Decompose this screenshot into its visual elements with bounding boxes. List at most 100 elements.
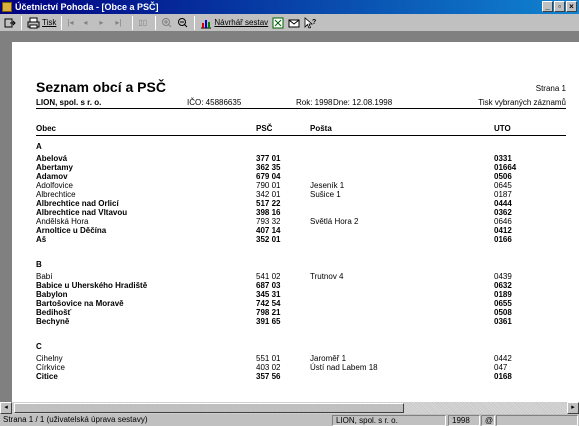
table-row: Albrechtice nad Orlicí 517 22 0444 xyxy=(12,199,579,208)
status-company: LION, spol. s r. o. xyxy=(332,415,446,426)
cell-posta: Světlá Hora 2 xyxy=(310,217,359,226)
column-header-rule xyxy=(36,135,566,136)
cell-obec: Albrechtice nad Vltavou xyxy=(36,208,128,217)
table-row: Albrechtice nad Vltavou 398 16 0362 xyxy=(12,208,579,217)
cell-posta: Trutnov 4 xyxy=(310,272,344,281)
cell-posta: Ústí nad Labem 18 xyxy=(310,363,378,372)
cell-psc: 398 16 xyxy=(256,208,281,217)
cell-psc: 377 01 xyxy=(256,154,281,163)
zoom-in-button[interactable] xyxy=(159,15,175,31)
toolbar-separator xyxy=(21,15,22,30)
prev-page-button[interactable]: ◂ xyxy=(81,15,97,31)
cell-obec: Bedihošť xyxy=(36,308,72,317)
cell-obec: Adamov xyxy=(36,172,68,181)
cell-obec: Babí xyxy=(36,272,53,281)
table-row: Babí 541 02 Trutnov 4 0439 xyxy=(12,272,579,281)
cell-psc: 407 14 xyxy=(256,226,281,235)
cell-obec: Babice u Uherského Hradiště xyxy=(36,281,148,290)
cell-psc: 517 22 xyxy=(256,199,281,208)
two-pages-icon: ▯▯ xyxy=(138,18,148,27)
export-button[interactable] xyxy=(270,15,286,31)
cell-obec: Babylon xyxy=(36,290,68,299)
print-scope: Tisk vybraných záznamů xyxy=(478,98,566,107)
zoom-out-button[interactable] xyxy=(175,15,191,31)
cell-psc: 687 03 xyxy=(256,281,281,290)
table-row: Citice 357 56 0168 xyxy=(12,372,579,381)
cell-uto: 0439 xyxy=(494,272,512,281)
table-row: Adamov 679 04 0506 xyxy=(12,172,579,181)
cell-posta: Sušice 1 xyxy=(310,190,341,199)
scroll-thumb[interactable] xyxy=(14,403,404,413)
exit-preview-button[interactable] xyxy=(2,15,18,31)
table-row: Cihelny 551 01 Jaroměř 1 0442 xyxy=(12,354,579,363)
table-row: Adolfovice 790 01 Jeseník 1 0645 xyxy=(12,181,579,190)
minimize-button[interactable]: _ xyxy=(542,1,553,12)
cell-psc: 352 01 xyxy=(256,235,281,244)
cell-uto: 0362 xyxy=(494,208,512,217)
cell-psc: 541 02 xyxy=(256,272,281,281)
column-header-uto: UTO xyxy=(494,124,511,133)
table-row: Aš 352 01 0166 xyxy=(12,235,579,244)
window-title: Účetnictví Pohoda - [Obce a PSČ] xyxy=(15,2,159,12)
table-row: Bechyně 391 65 0361 xyxy=(12,317,579,326)
scroll-right-button[interactable]: ▸ xyxy=(567,402,579,414)
two-pages-button[interactable]: ▯▯ xyxy=(136,15,152,31)
report-page: Seznam obcí a PSČ Strana 1 LION, spol. s… xyxy=(12,42,579,402)
column-header-obec: Obec xyxy=(36,124,57,133)
report-designer-label: Návrhář sestav xyxy=(214,18,269,27)
next-page-icon: ▸ xyxy=(99,18,104,27)
cell-obec: Bechyně xyxy=(36,317,70,326)
cell-uto: 0646 xyxy=(494,217,512,226)
zoom-in-icon xyxy=(162,18,172,28)
cell-uto: 0331 xyxy=(494,154,512,163)
cell-psc: 790 01 xyxy=(256,181,281,190)
cell-uto: 0361 xyxy=(494,317,512,326)
cell-obec: Abertamy xyxy=(36,163,73,172)
help-pointer-icon: ? xyxy=(304,16,316,28)
table-row: Babylon 345 31 0189 xyxy=(12,290,579,299)
cell-uto: 0166 xyxy=(494,235,512,244)
status-bar: Strana 1 / 1 (uživatelská úprava sestavy… xyxy=(0,414,579,426)
cell-psc: 403 02 xyxy=(256,363,281,372)
header-rule xyxy=(36,108,566,109)
table-row: Babice u Uherského Hradiště 687 03 0632 xyxy=(12,281,579,290)
toolbar-separator xyxy=(61,15,63,30)
svg-text:?: ? xyxy=(312,19,316,26)
horizontal-scrollbar[interactable]: ◂ ▸ xyxy=(0,402,579,414)
cell-uto: 0412 xyxy=(494,226,512,235)
cell-obec: Církvice xyxy=(36,363,65,372)
excel-icon xyxy=(272,17,284,28)
email-button[interactable] xyxy=(286,15,302,31)
report-date: Dne: 12.08.1998 xyxy=(333,98,393,107)
toolbar-separator xyxy=(132,15,134,30)
cell-uto: 0189 xyxy=(494,290,512,299)
cell-obec: Albrechtice nad Orlicí xyxy=(36,199,119,208)
section-letter: B xyxy=(36,260,42,269)
cell-uto: 0632 xyxy=(494,281,512,290)
last-page-icon: ▸| xyxy=(115,18,122,27)
next-page-button[interactable]: ▸ xyxy=(97,15,113,31)
window-controls: _ ▫ × xyxy=(541,1,577,12)
table-row: Arnoltice u Děčína 407 14 0412 xyxy=(12,226,579,235)
cell-psc: 391 65 xyxy=(256,317,281,326)
chart-icon xyxy=(201,19,212,28)
first-page-button[interactable]: |◂ xyxy=(65,15,81,31)
cell-uto: 0444 xyxy=(494,199,512,208)
cell-posta: Jeseník 1 xyxy=(310,181,345,190)
cell-psc: 357 56 xyxy=(256,372,281,381)
cell-obec: Adolfovice xyxy=(36,181,73,190)
cell-obec: Albrechtice xyxy=(36,190,76,199)
restore-button[interactable]: ▫ xyxy=(554,1,565,12)
cell-psc: 798 21 xyxy=(256,308,281,317)
report-viewport[interactable]: Seznam obcí a PSČ Strana 1 LION, spol. s… xyxy=(0,32,579,402)
print-button[interactable]: Tisk xyxy=(25,15,58,31)
close-button[interactable]: × xyxy=(566,1,577,12)
last-page-button[interactable]: ▸| xyxy=(113,15,129,31)
scroll-left-button[interactable]: ◂ xyxy=(0,402,12,414)
help-button[interactable]: ? xyxy=(302,15,319,31)
cell-psc: 679 04 xyxy=(256,172,281,181)
toolbar: Tisk |◂ ◂ ▸ ▸| ▯▯ Návrhář sestav ? xyxy=(0,14,579,32)
cell-psc: 742 54 xyxy=(256,299,281,308)
cell-uto: 0506 xyxy=(494,172,512,181)
report-designer-button[interactable]: Návrhář sestav xyxy=(198,15,270,31)
